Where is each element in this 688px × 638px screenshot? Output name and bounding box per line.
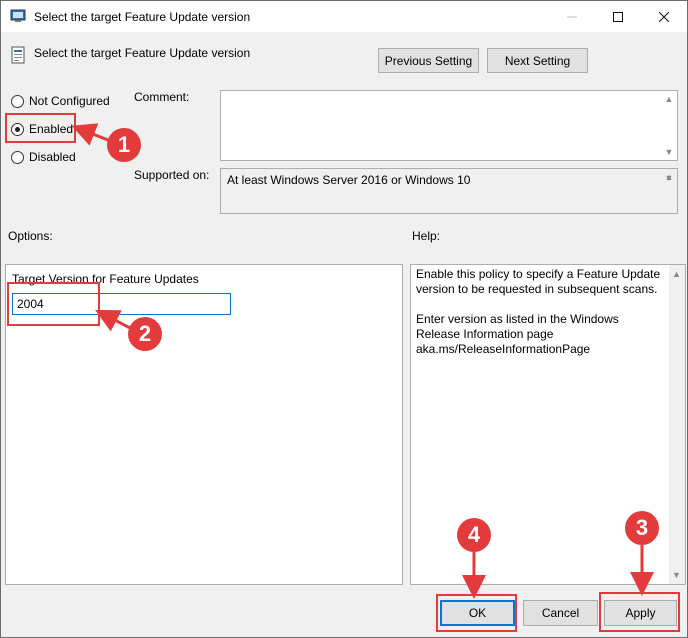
policy-name: Select the target Feature Update version xyxy=(34,46,251,60)
help-text: Enable this policy to specify a Feature … xyxy=(416,267,664,372)
policy-setting-icon xyxy=(11,46,25,64)
options-label: Options: xyxy=(8,229,53,243)
step-badge-1: 1 xyxy=(107,128,141,162)
comment-label: Comment: xyxy=(134,90,190,104)
previous-setting-button[interactable]: Previous Setting xyxy=(378,48,479,73)
radio-not-configured[interactable]: Not Configured xyxy=(11,94,110,108)
minimize-button[interactable] xyxy=(549,1,595,32)
supported-scrollbar[interactable]: ▲ ▼ xyxy=(661,169,677,213)
step-badge-4: 4 xyxy=(457,518,491,552)
next-setting-button[interactable]: Next Setting xyxy=(487,48,588,73)
help-paragraph: Enable this policy to specify a Feature … xyxy=(416,267,661,296)
supported-on-value: At least Windows Server 2016 or Windows … xyxy=(227,173,471,187)
minimize-icon xyxy=(567,16,577,17)
comment-textarea[interactable]: ▲ ▼ xyxy=(220,90,678,161)
highlight-enabled xyxy=(5,113,76,143)
radio-circle[interactable] xyxy=(11,150,24,164)
step-badge-2: 2 xyxy=(128,317,162,351)
help-paragraph: Enter version as listed in the Windows R… xyxy=(416,312,619,356)
policy-editor-icon xyxy=(10,9,26,22)
close-button[interactable] xyxy=(641,1,687,32)
scroll-down-icon[interactable]: ▼ xyxy=(664,173,674,183)
supported-on-field: At least Windows Server 2016 or Windows … xyxy=(220,168,678,214)
radio-label: Not Configured xyxy=(29,94,110,108)
scroll-down-icon[interactable]: ▼ xyxy=(672,570,681,580)
radio-disabled[interactable]: Disabled xyxy=(11,150,76,164)
scroll-down-icon[interactable]: ▼ xyxy=(664,147,674,157)
radio-label: Disabled xyxy=(29,150,76,164)
supported-on-label: Supported on: xyxy=(134,168,210,182)
scroll-up-icon[interactable]: ▲ xyxy=(664,94,674,104)
maximize-button[interactable] xyxy=(595,1,641,32)
maximize-icon xyxy=(613,11,623,22)
comment-scrollbar[interactable]: ▲ ▼ xyxy=(661,91,677,160)
scroll-up-icon[interactable]: ▲ xyxy=(672,269,681,279)
title-bar[interactable]: Select the target Feature Update version xyxy=(1,1,687,32)
cancel-button[interactable]: Cancel xyxy=(523,600,598,626)
highlight-version-input xyxy=(7,282,100,326)
highlight-ok xyxy=(436,594,517,632)
close-icon xyxy=(659,11,669,22)
radio-circle[interactable] xyxy=(11,94,24,108)
highlight-apply xyxy=(599,592,680,632)
help-scrollbar[interactable]: ▲ ▼ xyxy=(669,265,685,584)
step-badge-3: 3 xyxy=(625,511,659,545)
policy-dialog: Select the target Feature Update version… xyxy=(0,0,688,638)
help-label: Help: xyxy=(412,229,441,243)
window-title: Select the target Feature Update version xyxy=(34,10,251,24)
